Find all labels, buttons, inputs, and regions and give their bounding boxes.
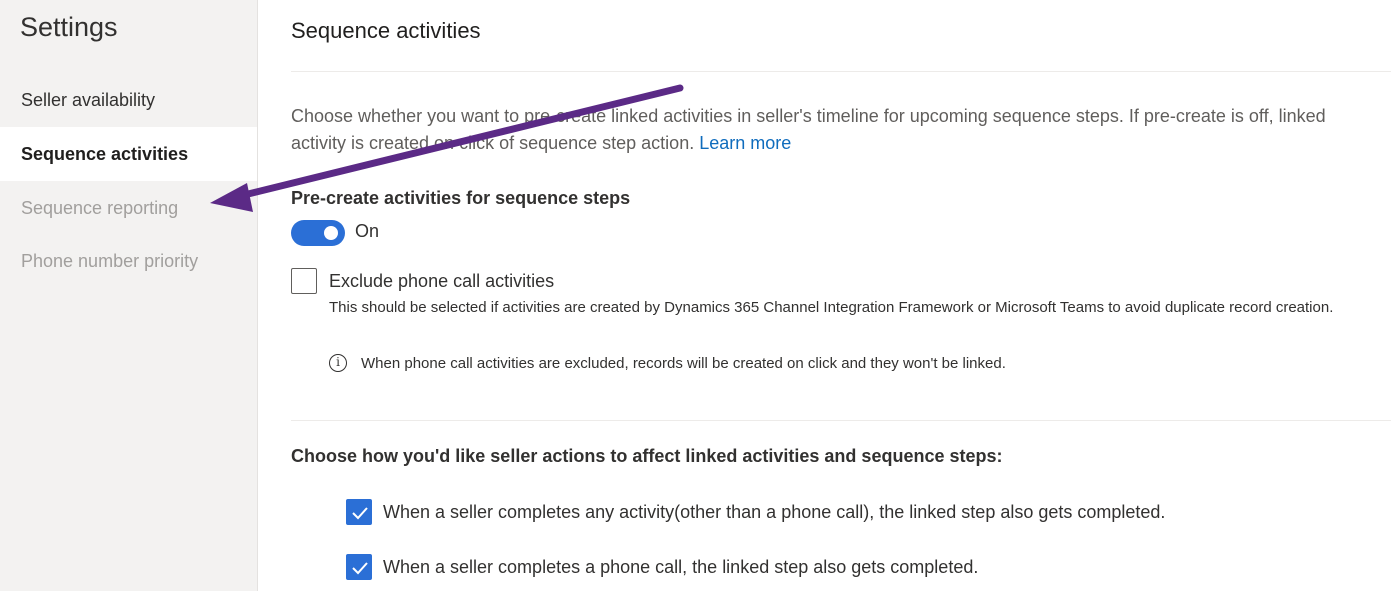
complete-activity-label: When a seller completes any activity(oth… bbox=[383, 502, 1166, 522]
checkmark-icon bbox=[352, 507, 368, 520]
precreate-toggle-state: On bbox=[355, 221, 380, 241]
description-body: Choose whether you want to pre-create li… bbox=[291, 106, 1326, 153]
exclude-phone-label: Exclude phone call activities bbox=[329, 271, 555, 291]
section-divider bbox=[291, 420, 1391, 421]
seller-actions-label: Choose how you'd like seller actions to … bbox=[291, 446, 1003, 466]
sidebar-item-seller-availability[interactable]: Seller availability bbox=[0, 73, 257, 127]
page-title: Sequence activities bbox=[291, 18, 481, 43]
header-divider bbox=[291, 71, 1391, 72]
settings-main-panel: Sequence activities Choose whether you w… bbox=[291, 0, 1391, 591]
sidebar-item-sequence-reporting[interactable]: Sequence reporting bbox=[0, 181, 257, 235]
exclude-phone-info-text: When phone call activities are excluded,… bbox=[361, 354, 1006, 372]
exclude-phone-helper-text: This should be selected if activities ar… bbox=[329, 299, 1334, 316]
sidebar-item-sequence-activities[interactable]: Sequence activities bbox=[0, 127, 257, 181]
complete-phone-call-checkbox[interactable] bbox=[346, 554, 372, 580]
complete-activity-checkbox[interactable] bbox=[346, 499, 372, 525]
precreate-toggle[interactable] bbox=[291, 220, 345, 246]
precreate-label: Pre-create activities for sequence steps bbox=[291, 188, 631, 208]
info-icon: i bbox=[329, 354, 347, 372]
learn-more-link[interactable]: Learn more bbox=[699, 133, 791, 153]
checkmark-icon bbox=[352, 562, 368, 575]
toggle-knob bbox=[324, 226, 338, 240]
description-text: Choose whether you want to pre-create li… bbox=[291, 103, 1381, 157]
complete-phone-call-label: When a seller completes a phone call, th… bbox=[383, 557, 979, 577]
exclude-phone-checkbox[interactable] bbox=[291, 268, 317, 294]
sidebar-title: Settings bbox=[20, 12, 118, 42]
exclude-phone-info: i When phone call activities are exclude… bbox=[329, 354, 1006, 372]
settings-sidebar: Settings Seller availability Sequence ac… bbox=[0, 0, 258, 591]
sidebar-item-phone-number-priority[interactable]: Phone number priority bbox=[0, 234, 257, 288]
